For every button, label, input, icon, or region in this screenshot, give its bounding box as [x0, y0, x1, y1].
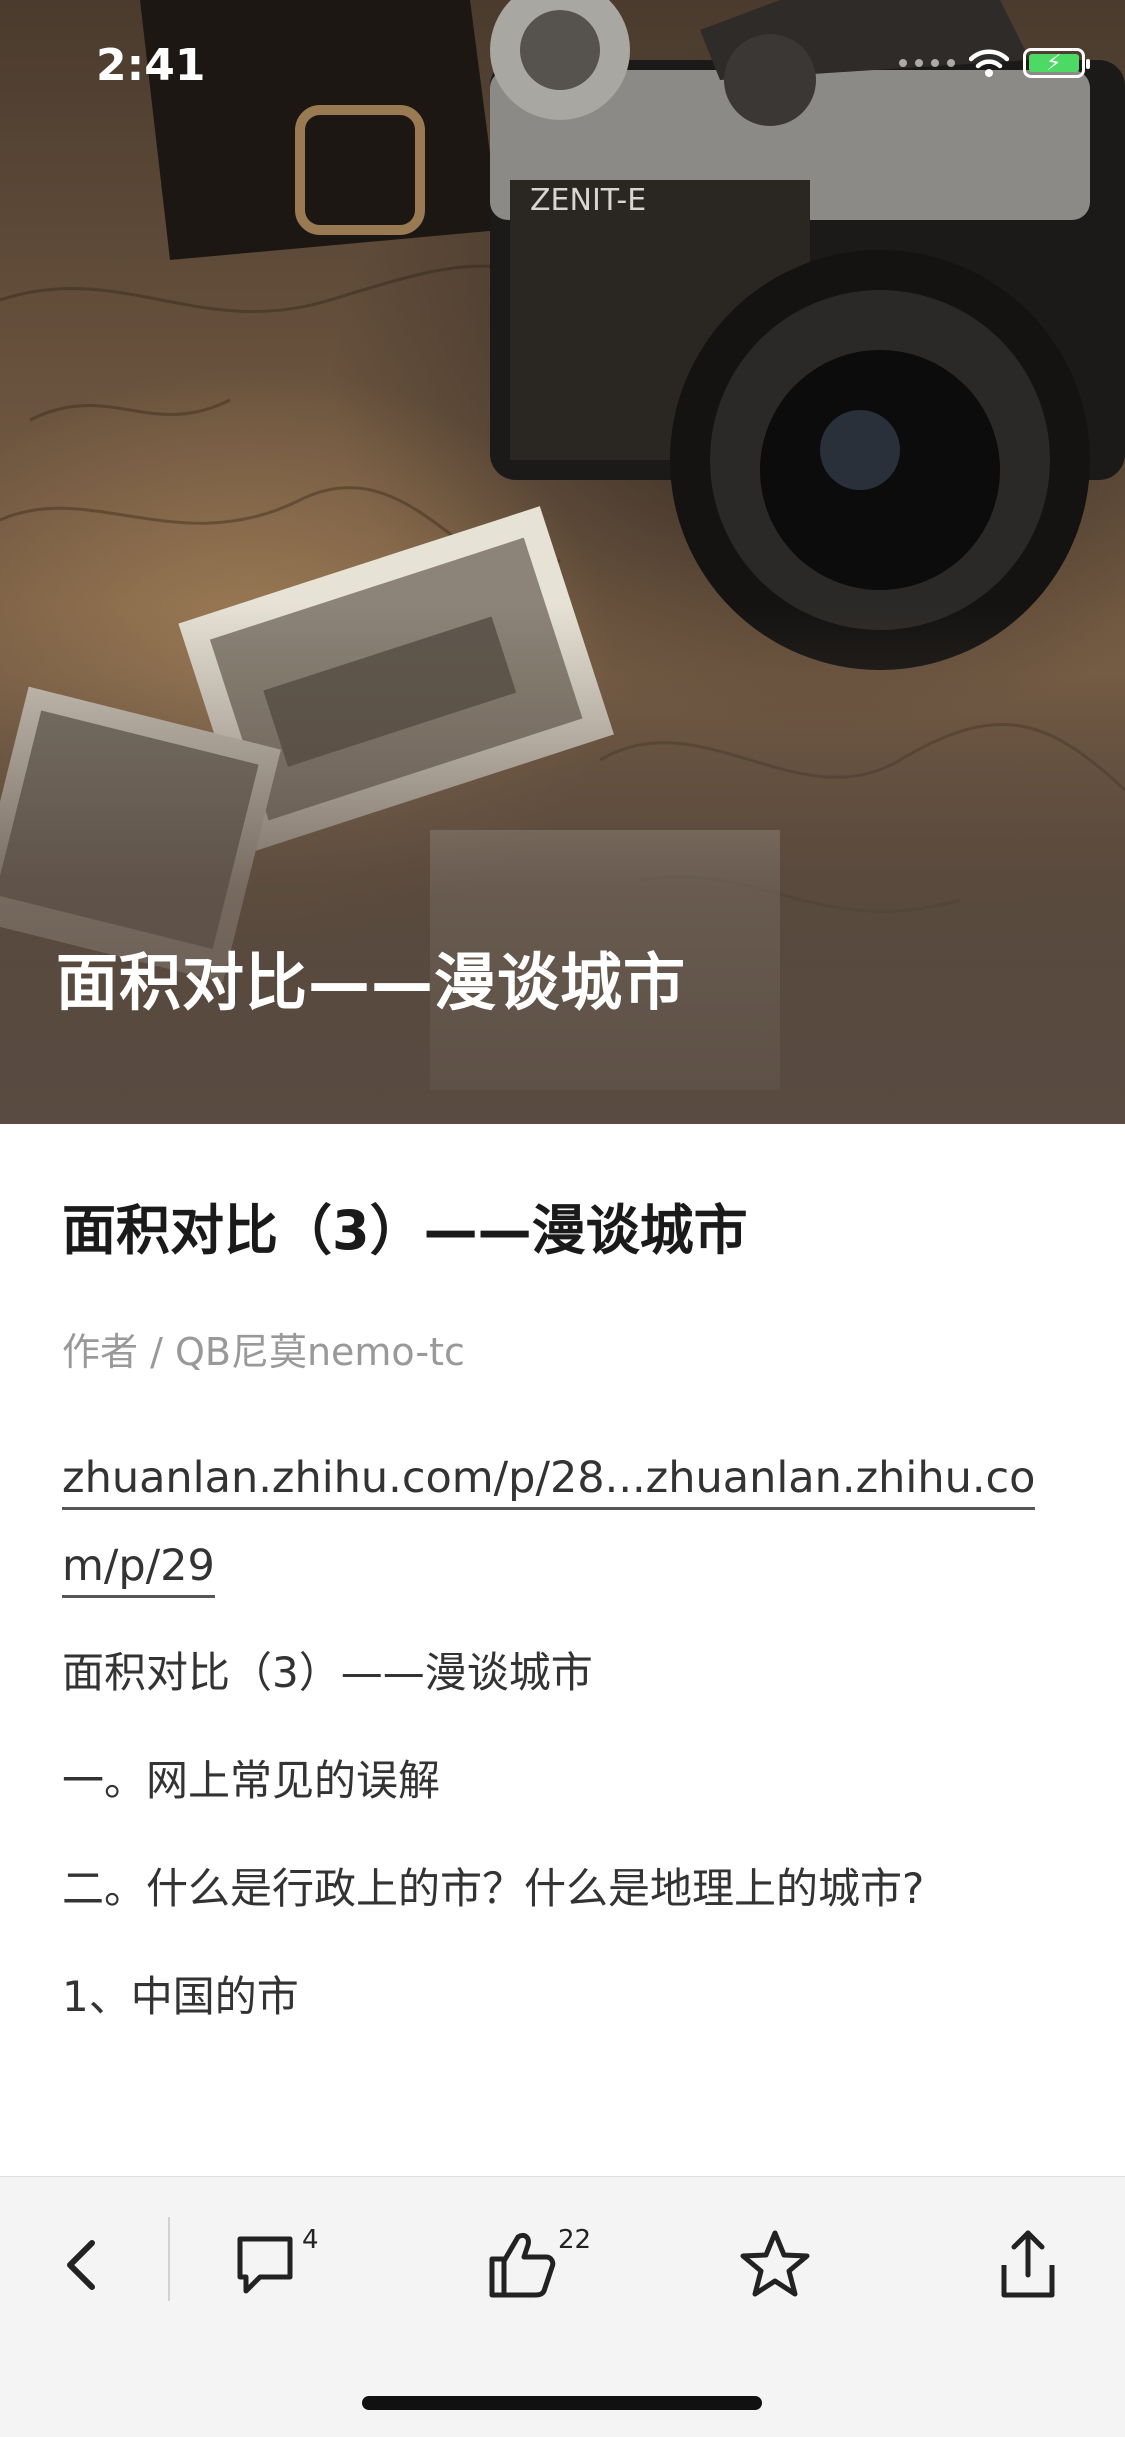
hero-image: ZENIT-E 面积对比——漫谈城市: [0, 0, 1125, 1124]
favorite-button[interactable]: [740, 2225, 810, 2305]
back-button[interactable]: [56, 2225, 106, 2305]
article-title: 面积对比（3）——漫谈城市: [62, 1199, 748, 1262]
toolbar-divider: [168, 2217, 170, 2301]
article-body: 面积对比（3）——漫谈城市 作者 / QB尼莫nemo-tc zhuanlan.…: [62, 1124, 1069, 2042]
like-button[interactable]: 22: [486, 2225, 591, 2305]
signal-dots-icon: [899, 59, 955, 67]
hero-gradient-overlay: [0, 604, 1125, 1124]
hero-title: 面积对比——漫谈城市: [56, 946, 687, 1019]
back-icon: [67, 2240, 95, 2290]
article-link[interactable]: zhuanlan.zhihu.com/p/28...zhuanlan.zhihu…: [62, 1434, 1069, 1610]
wifi-icon: [969, 49, 1009, 77]
status-time: 2:41: [96, 40, 206, 91]
like-icon: [489, 2232, 556, 2298]
article-paragraph: 面积对比（3）——漫谈城市: [62, 1648, 593, 1697]
article-link-text[interactable]: zhuanlan.zhihu.com/p/28...zhuanlan.zhihu…: [62, 1453, 1036, 1598]
home-indicator[interactable]: [362, 2396, 762, 2410]
share-icon: [1001, 2230, 1055, 2298]
article-paragraph: 一。网上常见的误解: [62, 1756, 441, 1805]
article-author: 作者 / QB尼莫nemo-tc: [62, 1330, 465, 1374]
comment-count: 4: [302, 2225, 319, 2255]
svg-text:ZENIT-E: ZENIT-E: [530, 183, 646, 218]
comment-button[interactable]: 4: [234, 2225, 319, 2305]
battery-icon: ⚡: [1023, 48, 1090, 78]
share-button[interactable]: [996, 2225, 1060, 2305]
article-paragraph: 二。什么是行政上的市？什么是地理上的城市?: [62, 1864, 925, 1913]
article-paragraph: 1、中国的市: [62, 1972, 299, 2021]
status-indicators: ⚡: [899, 48, 1090, 78]
star-icon: [740, 2230, 810, 2297]
comment-icon: [237, 2236, 293, 2294]
like-count: 22: [558, 2225, 592, 2255]
